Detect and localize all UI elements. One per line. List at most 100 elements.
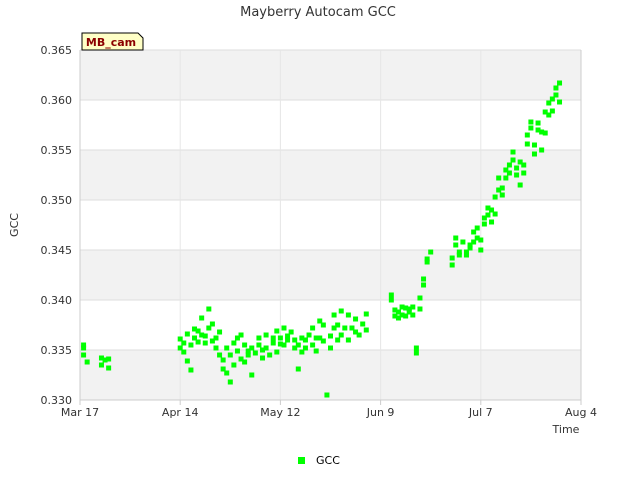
y-tick-label: 0.340 [41,294,73,307]
data-point [302,345,308,351]
data-point [410,312,416,318]
data-point [220,357,226,363]
data-point [206,306,212,312]
data-point [256,335,262,341]
data-point [424,256,430,262]
plot-band [80,150,581,200]
data-point [453,235,459,241]
data-point [517,182,523,188]
data-point [478,247,484,253]
data-point [281,342,287,348]
y-axis: 0.330 0.335 0.340 0.345 0.350 0.355 0.360 0.365 [41,44,73,407]
data-point [184,358,190,364]
data-point [84,359,90,365]
data-point [328,333,333,339]
x-tick-label: Jul 7 [468,406,493,419]
data-point [313,348,319,354]
data-point [492,194,498,200]
data-point [553,85,559,91]
data-point [249,372,255,378]
camera-badge-label: MB_cam [86,36,136,49]
data-point [231,340,237,346]
camera-badge: MB_cam [81,32,144,51]
data-point [252,350,258,356]
data-point [557,99,563,105]
chart-title: Mayberry Autocam GCC [240,5,396,20]
chart-svg: Mayberry Autocam GCC Mar 17 Apr 14 May 12 J… [8,5,597,467]
data-point [256,342,262,348]
data-point [356,332,362,338]
data-point [510,157,516,163]
data-point [245,352,251,358]
data-point [295,342,301,348]
x-axis-label: Time [552,423,580,436]
y-tick-label: 0.360 [41,94,73,107]
legend: GCC [298,454,340,467]
data-point [310,342,316,348]
data-point [295,366,301,372]
y-tick-label: 0.345 [41,244,73,257]
data-point [106,356,112,362]
data-point [531,151,537,157]
y-tick-label: 0.365 [41,44,73,57]
data-point [524,141,530,147]
data-point [267,352,273,358]
data-point [181,340,187,346]
data-point [553,92,559,98]
data-point [188,367,194,373]
x-axis: Mar 17 Apr 14 May 12 Jun 9 Jul 7 Aug 4 [61,400,597,419]
data-point [453,242,459,248]
data-point [417,295,423,301]
data-point [81,345,87,351]
data-point [227,352,233,358]
data-point [514,172,520,178]
data-point [485,212,491,218]
data-point [535,120,541,126]
data-point [242,359,248,365]
data-point [463,252,469,258]
data-point [242,342,248,348]
legend-label-gcc: GCC [316,454,340,467]
data-point [288,329,294,335]
data-point [274,328,280,334]
data-point [499,185,505,191]
y-tick-label: 0.350 [41,194,73,207]
data-point [184,331,190,337]
data-point [320,338,326,344]
data-point [249,345,255,351]
data-point [449,262,455,268]
data-point [421,282,427,288]
data-point [331,312,337,318]
data-point [202,333,208,339]
data-point [353,316,359,322]
data-point [263,332,269,338]
data-point [345,337,351,343]
data-point [467,245,473,251]
data-point [531,142,537,148]
data-point [270,340,276,346]
data-point [492,211,498,217]
data-point [413,345,419,351]
data-point [338,308,344,314]
data-point [98,362,104,368]
data-point [521,162,527,168]
data-point [310,325,316,331]
data-point [188,342,194,348]
data-point [363,327,369,333]
data-point [234,348,240,354]
data-point [224,345,230,351]
data-point [342,325,348,331]
data-point [449,255,455,261]
data-point [478,237,484,243]
x-tick-label: Apr 14 [162,406,199,419]
data-point [260,355,266,361]
data-point [231,362,237,368]
data-point [413,350,419,356]
y-tick-label: 0.335 [41,344,73,357]
legend-marker-gcc [298,457,305,464]
data-point [320,322,326,328]
data-point [335,322,341,328]
plot-band [80,50,581,100]
data-point [292,337,298,343]
data-point [217,352,223,358]
